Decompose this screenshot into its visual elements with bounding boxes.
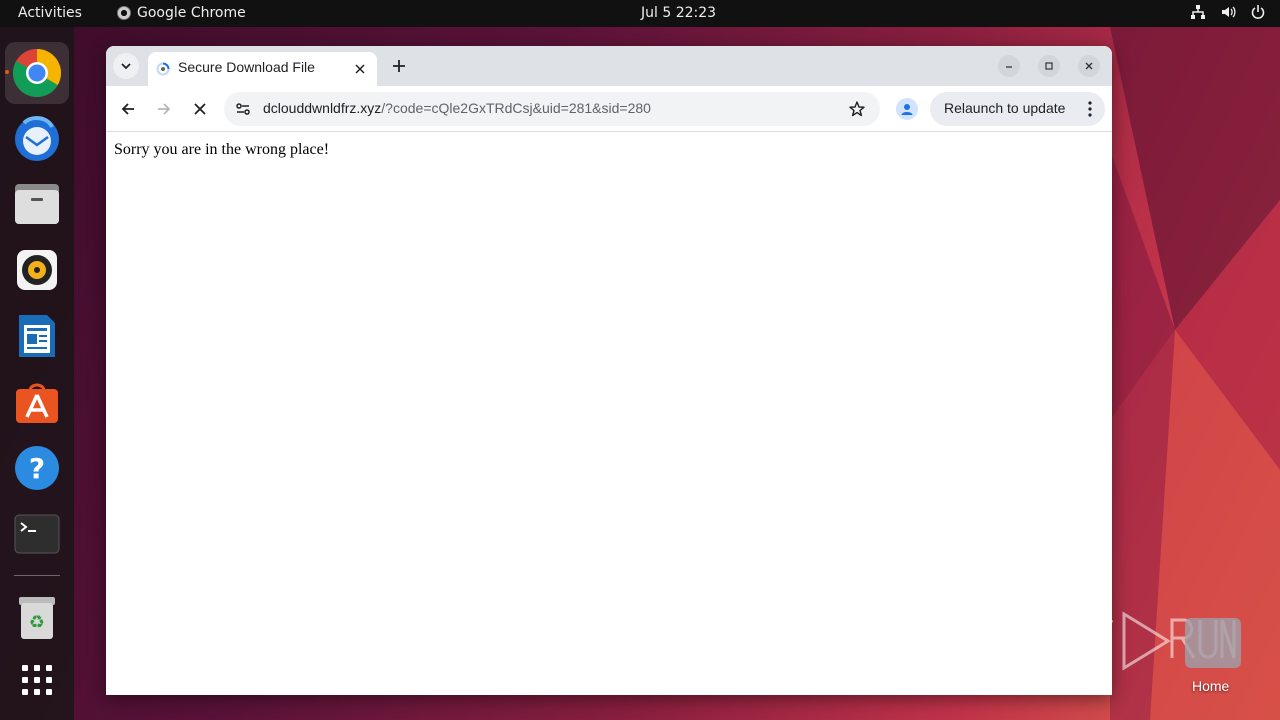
app-grid-icon [22,665,52,695]
help-icon: ? [15,446,59,490]
running-indicator [5,70,9,74]
loading-favicon-icon [156,62,170,76]
maximize-button[interactable] [1038,55,1060,77]
dock-separator [14,575,60,576]
maximize-icon [1045,62,1053,70]
app-menu-label: Google Chrome [137,5,246,21]
bookmark-star-icon[interactable] [848,100,866,118]
svg-text:♻: ♻ [29,612,45,633]
toolbar: dclouddwnldfrz.xyz/?code=cQle2GxTRdCsj&u… [106,86,1112,132]
app-menu[interactable]: Google Chrome [117,5,246,21]
dock-item-rhythmbox[interactable] [5,239,69,301]
dock: ? ♻ [0,27,74,720]
dock-item-app-center[interactable] [5,371,69,433]
close-icon [194,103,206,115]
tab-strip: Secure Download File [106,46,1112,86]
minimize-button[interactable] [998,55,1020,77]
dock-item-help[interactable]: ? [5,437,69,499]
url-path: /?code=cQle2GxTRdCsj&uid=281&sid=280 [381,100,651,116]
app-center-icon [16,383,58,423]
chrome-small-icon [117,6,131,20]
kebab-menu-icon[interactable] [1087,100,1093,118]
window-close-button[interactable] [1078,55,1100,77]
system-tray[interactable] [1190,4,1266,20]
relaunch-to-update-button[interactable]: Relaunch to update [930,92,1105,126]
plus-icon [393,60,405,72]
page-content: Sorry you are in the wrong place! [106,133,1112,695]
libreoffice-writer-icon [19,315,55,357]
url-text: dclouddwnldfrz.xyz/?code=cQle2GxTRdCsj&u… [263,100,651,116]
profile-icon [901,104,913,115]
close-icon [355,64,365,74]
power-icon[interactable] [1250,4,1266,20]
new-tab-button[interactable] [387,54,411,78]
trash-icon: ♻ [19,597,55,639]
address-bar[interactable]: dclouddwnldfrz.xyz/?code=cQle2GxTRdCsj&u… [224,92,880,126]
dock-item-trash[interactable]: ♻ [5,587,69,649]
top-bar: Activities Google Chrome Jul 5 22:23 [0,0,1280,27]
tab-close-button[interactable] [351,60,369,78]
tab-search-button[interactable] [113,53,139,79]
dock-item-chrome[interactable] [5,42,69,104]
dock-item-files[interactable] [5,173,69,235]
activities-button[interactable]: Activities [18,5,82,21]
relaunch-label: Relaunch to update [944,100,1066,116]
thunderbird-icon [15,116,59,161]
profile-button[interactable] [896,98,918,120]
dock-item-terminal[interactable] [5,503,69,565]
stop-loading-button[interactable] [186,95,214,123]
tab-title: Secure Download File [178,59,315,75]
rhythmbox-icon [17,250,57,290]
home-folder-icon[interactable] [1185,618,1241,668]
svg-text:?: ? [29,452,45,485]
chrome-window: Secure Download File dclouddwnldfrz.xyz/… [106,46,1112,695]
arrow-right-icon [158,103,171,115]
chevron-down-icon [121,63,131,70]
files-icon [15,184,59,224]
terminal-icon [14,514,60,554]
network-icon[interactable] [1190,4,1206,20]
forward-button[interactable] [150,95,178,123]
home-folder-label[interactable]: Home [1192,678,1229,694]
chrome-icon [12,48,62,98]
url-host: dclouddwnldfrz.xyz [263,100,382,116]
tab-secure-download[interactable]: Secure Download File [148,52,377,86]
dock-item-writer[interactable] [5,305,69,367]
back-button[interactable] [114,95,142,123]
dock-item-thunderbird[interactable] [5,107,69,169]
minimize-icon [1006,66,1012,68]
volume-icon[interactable] [1220,4,1236,20]
page-message: Sorry you are in the wrong place! [114,141,330,158]
dock-item-show-apps[interactable] [5,649,69,711]
close-icon [1085,62,1093,70]
clock[interactable]: Jul 5 22:23 [641,5,716,21]
site-settings-icon [236,103,250,115]
arrow-left-icon [121,103,134,115]
